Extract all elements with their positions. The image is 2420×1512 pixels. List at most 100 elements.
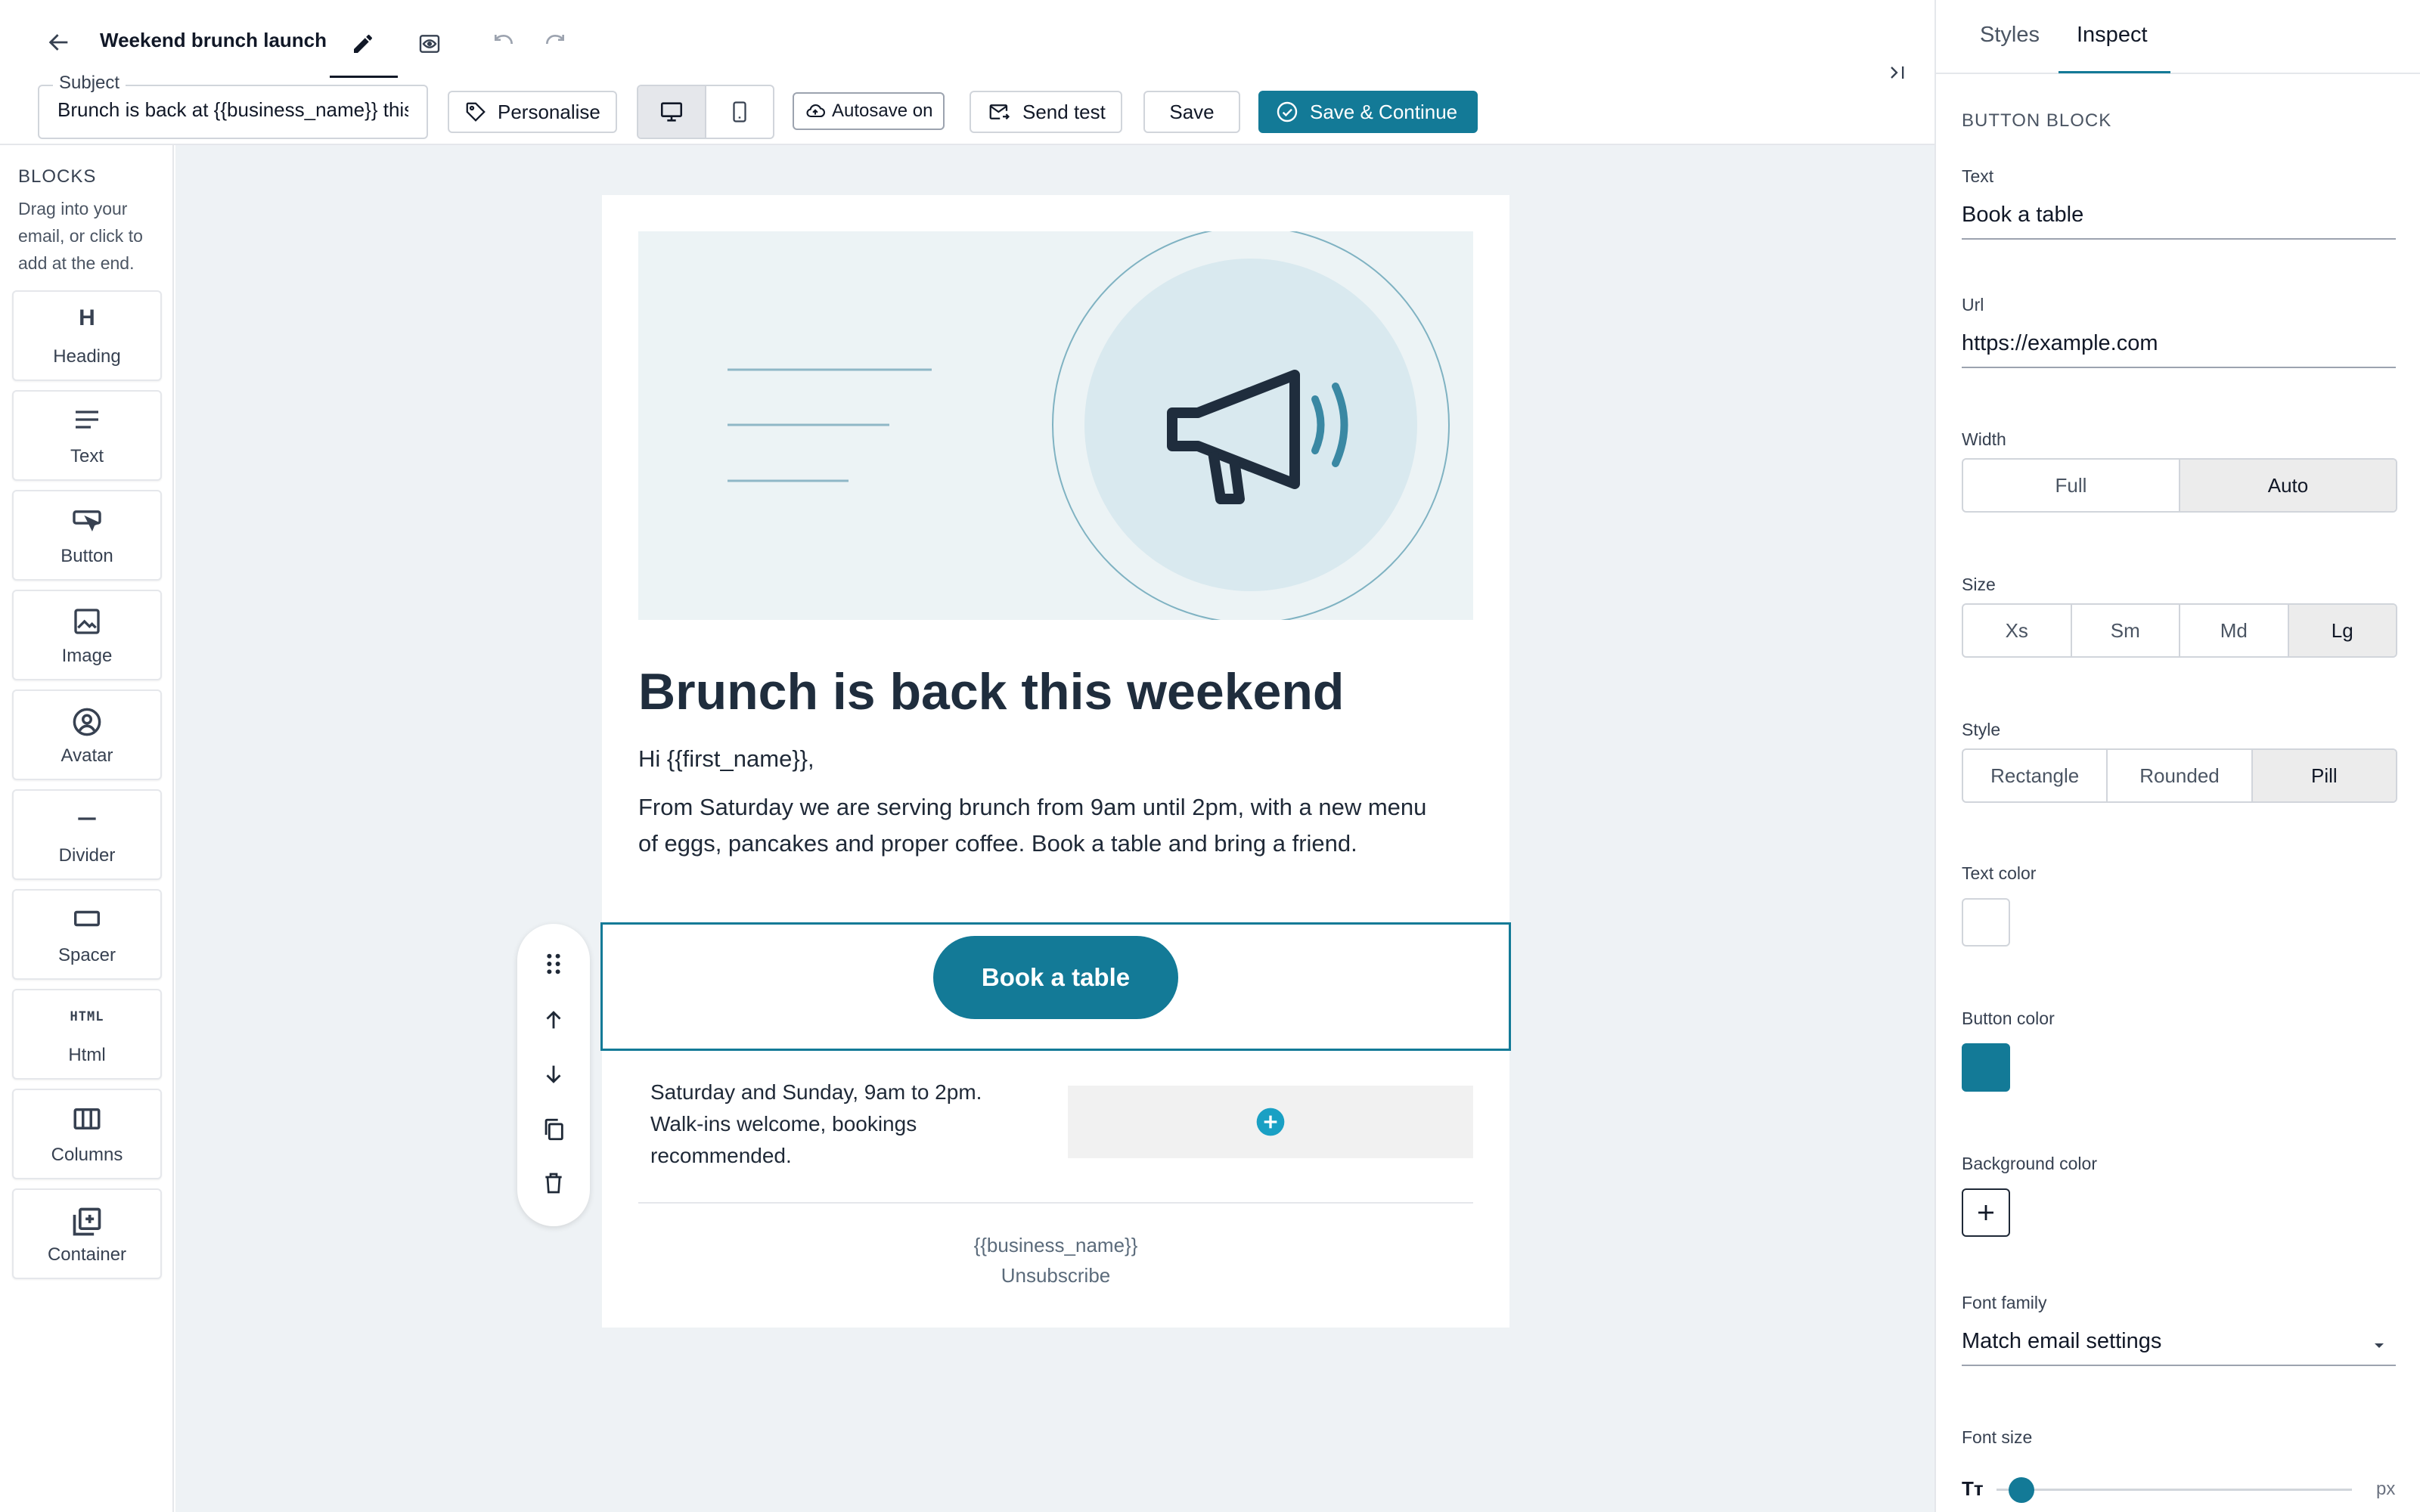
block-heading-label: Heading bbox=[53, 346, 121, 367]
font-family-select[interactable]: Match email settings bbox=[1962, 1329, 2396, 1366]
avatar-icon bbox=[14, 706, 160, 738]
mobile-icon bbox=[733, 101, 746, 122]
redo-icon[interactable] bbox=[538, 27, 572, 60]
block-heading[interactable]: H Heading bbox=[12, 290, 162, 381]
active-tab-indicator bbox=[2059, 71, 2170, 73]
size-xs-option[interactable]: Xs bbox=[1963, 605, 2072, 656]
back-arrow-icon[interactable] bbox=[42, 26, 76, 59]
tab-inspect[interactable]: Inspect bbox=[2077, 23, 2148, 48]
text-field-label: Text bbox=[1962, 166, 1994, 186]
block-button-label: Button bbox=[60, 546, 113, 566]
check-circle-icon bbox=[1277, 101, 1298, 122]
block-avatar[interactable]: Avatar bbox=[12, 689, 162, 780]
font-size-slider-handle[interactable] bbox=[2009, 1477, 2034, 1503]
block-columns[interactable]: Columns bbox=[12, 1089, 162, 1179]
plus-icon bbox=[1978, 1205, 1993, 1220]
text-color-swatch[interactable] bbox=[1962, 898, 2010, 947]
email-headline[interactable]: Brunch is back this weekend bbox=[638, 662, 1344, 721]
footer-unsubscribe-link[interactable]: Unsubscribe bbox=[638, 1264, 1473, 1287]
email-cta-button[interactable]: Book a table bbox=[933, 936, 1178, 1019]
block-columns-label: Columns bbox=[51, 1145, 123, 1165]
style-pill-option[interactable]: Pill bbox=[2252, 750, 2396, 801]
block-image[interactable]: Image bbox=[12, 590, 162, 680]
width-auto-option[interactable]: Auto bbox=[2180, 460, 2396, 511]
mail-send-icon bbox=[989, 104, 1010, 120]
columns-icon bbox=[14, 1105, 160, 1132]
duplicate-icon[interactable] bbox=[517, 1116, 590, 1143]
email-body-text[interactable]: From Saturday we are serving brunch from… bbox=[638, 789, 1440, 862]
save-button[interactable]: Save bbox=[1143, 91, 1240, 133]
url-field-label: Url bbox=[1962, 295, 1984, 314]
blocks-hint: Drag into your email, or click to add at… bbox=[18, 199, 143, 273]
drag-handle-icon[interactable] bbox=[517, 953, 590, 975]
top-toolbar: Weekend brunch launch Subject Brunch is … bbox=[0, 0, 1934, 145]
block-html[interactable]: HTML Html bbox=[12, 989, 162, 1080]
save-continue-button[interactable]: Save & Continue bbox=[1258, 91, 1478, 133]
heading-icon: H bbox=[79, 305, 95, 330]
desktop-view-button[interactable] bbox=[638, 86, 706, 138]
autosave-label: Autosave on bbox=[832, 101, 933, 121]
button-icon bbox=[14, 507, 160, 532]
block-container[interactable]: Container bbox=[12, 1188, 162, 1279]
block-image-label: Image bbox=[61, 646, 113, 666]
personalise-label: Personalise bbox=[498, 100, 600, 123]
font-size-label: Font size bbox=[1962, 1427, 2033, 1447]
hours-text[interactable]: Saturday and Sunday, 9am to 2pm. Walk-in… bbox=[650, 1077, 1028, 1172]
size-lg-option[interactable]: Lg bbox=[2288, 605, 2396, 656]
undo-icon[interactable] bbox=[487, 27, 520, 60]
style-toggle: Rectangle Rounded Pill bbox=[1962, 748, 2397, 803]
image-icon bbox=[14, 606, 160, 637]
block-spacer-label: Spacer bbox=[57, 945, 116, 965]
footer-business-name[interactable]: {{business_name}} bbox=[638, 1234, 1473, 1257]
device-toggle bbox=[637, 85, 774, 139]
font-size-slider-track[interactable] bbox=[1996, 1489, 2352, 1491]
button-text-input[interactable]: Book a table bbox=[1962, 203, 2396, 240]
move-up-icon[interactable] bbox=[517, 1007, 590, 1033]
move-down-icon[interactable] bbox=[517, 1061, 590, 1087]
inspector-tabs: Styles Inspect bbox=[1936, 0, 2420, 74]
tag-icon bbox=[466, 102, 486, 122]
size-sm-option[interactable]: Sm bbox=[2072, 605, 2180, 656]
save-label: Save bbox=[1169, 100, 1215, 123]
add-background-color-button[interactable] bbox=[1962, 1188, 2010, 1237]
size-md-option[interactable]: Md bbox=[2180, 605, 2289, 656]
button-color-label: Button color bbox=[1962, 1009, 2055, 1028]
empty-image-slot[interactable] bbox=[1068, 1086, 1473, 1158]
tab-styles[interactable]: Styles bbox=[1980, 23, 2040, 48]
mobile-view-button[interactable] bbox=[706, 86, 773, 138]
font-family-label: Font family bbox=[1962, 1293, 2047, 1312]
email-greeting[interactable]: Hi {{first_name}}, bbox=[638, 745, 814, 773]
html-icon: HTML bbox=[70, 1009, 104, 1024]
personalise-button[interactable]: Personalise bbox=[448, 91, 617, 133]
size-toggle: Xs Sm Md Lg bbox=[1962, 603, 2397, 658]
blocks-panel: BLOCKS Drag into your email, or click to… bbox=[0, 145, 174, 1512]
send-test-button[interactable]: Send test bbox=[970, 91, 1122, 133]
block-avatar-label: Avatar bbox=[60, 745, 113, 766]
block-button[interactable]: Button bbox=[12, 490, 162, 581]
block-spacer[interactable]: Spacer bbox=[12, 889, 162, 980]
megaphone-illustration bbox=[728, 231, 1450, 620]
send-test-label: Send test bbox=[1022, 100, 1106, 123]
block-divider-label: Divider bbox=[58, 845, 116, 866]
block-text-label: Text bbox=[70, 446, 104, 466]
block-divider[interactable]: Divider bbox=[12, 789, 162, 880]
hero-image[interactable] bbox=[638, 231, 1473, 620]
style-rectangle-option[interactable]: Rectangle bbox=[1963, 750, 2108, 801]
add-plus-circle-icon[interactable] bbox=[1255, 1107, 1286, 1137]
text-color-label: Text color bbox=[1962, 863, 2037, 883]
chevron-down-icon[interactable] bbox=[2370, 1337, 2388, 1355]
autosave-status[interactable]: Autosave on bbox=[793, 92, 945, 130]
button-url-input[interactable]: https://example.com bbox=[1962, 331, 2396, 368]
button-color-swatch[interactable] bbox=[1962, 1043, 2010, 1092]
block-text[interactable]: Text bbox=[12, 390, 162, 481]
edit-pencil-icon[interactable] bbox=[346, 27, 380, 60]
style-rounded-option[interactable]: Rounded bbox=[2108, 750, 2253, 801]
delete-trash-icon[interactable] bbox=[517, 1170, 590, 1196]
subject-input[interactable]: Brunch is back at {{business_name}} this… bbox=[57, 98, 408, 122]
preview-eye-icon[interactable] bbox=[413, 27, 446, 60]
width-toggle: Full Auto bbox=[1962, 458, 2397, 513]
footer-divider bbox=[638, 1202, 1473, 1204]
width-label: Width bbox=[1962, 429, 2006, 449]
width-full-option[interactable]: Full bbox=[1963, 460, 2180, 511]
collapse-panel-icon[interactable] bbox=[1880, 57, 1913, 88]
